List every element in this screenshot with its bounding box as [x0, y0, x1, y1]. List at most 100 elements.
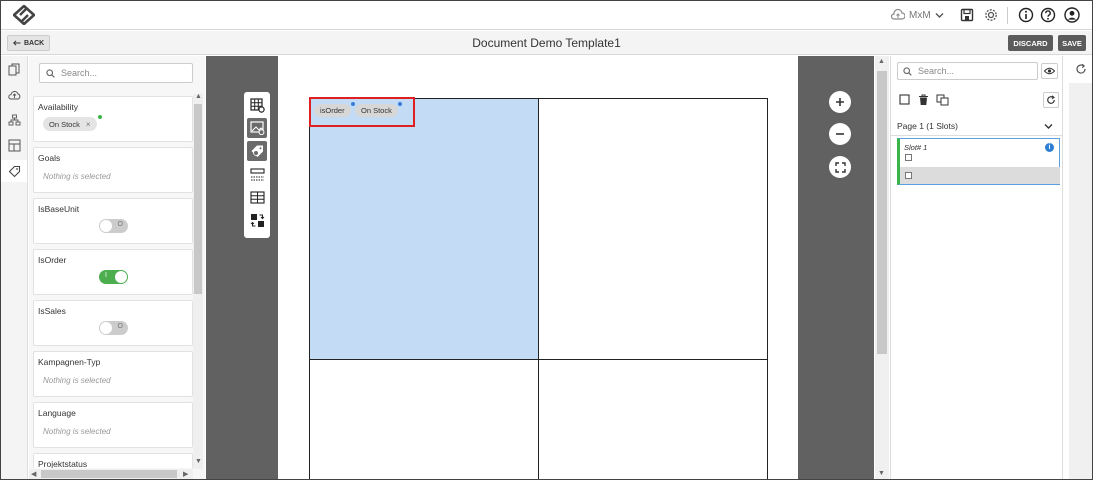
user-menu[interactable]: MxM: [891, 7, 944, 23]
empty-selection-text: Nothing is selected: [43, 376, 111, 385]
isbaseunit-toggle[interactable]: O: [99, 219, 128, 233]
rail-item-tags[interactable]: [1, 160, 27, 182]
side-strip: [1069, 83, 1092, 479]
slot-subrow[interactable]: [900, 167, 1060, 184]
logo-icon[interactable]: [13, 5, 35, 25]
documents-icon: [8, 63, 19, 75]
issales-toggle[interactable]: O: [99, 321, 128, 335]
chevron-down-icon: [1044, 123, 1053, 129]
slots-panel: Page 1 (1 Slots) Slot# 1 i: [890, 56, 1062, 479]
fullscreen-icon: [834, 161, 846, 173]
isorder-toggle[interactable]: I: [99, 270, 128, 284]
left-icon-rail: [1, 56, 28, 479]
chip-label: On Stock: [49, 119, 80, 129]
slot-search-input[interactable]: [918, 66, 1028, 76]
save-button[interactable]: SAVE: [1058, 35, 1086, 51]
filter-isorder: IsOrder I: [33, 249, 193, 295]
rail-item-layout[interactable]: [1, 134, 27, 156]
row-layout-icon: [249, 167, 265, 180]
slot-checkbox[interactable]: [905, 154, 912, 161]
fit-screen-button[interactable]: [829, 156, 851, 178]
filter-label: IsBaseUnit: [38, 204, 80, 214]
page-slot[interactable]: [538, 98, 768, 360]
canvas-vertical-scrollbar[interactable]: ▲ ▼: [875, 56, 889, 479]
tag-status-dot: [350, 102, 355, 106]
slot-search[interactable]: [897, 62, 1038, 80]
user-label: MxM: [909, 9, 931, 21]
filter-horizontal-scrollbar[interactable]: ◀ ▶: [29, 469, 193, 479]
toggle-knob: [100, 322, 112, 334]
tool-table[interactable]: [247, 187, 267, 207]
filter-chip[interactable]: On Stock ×: [43, 115, 102, 131]
info-icon[interactable]: i: [1045, 143, 1054, 152]
table-icon: [249, 190, 265, 204]
discard-button[interactable]: DISCARD: [1008, 35, 1053, 51]
canvas-toolbox: [244, 92, 270, 238]
scroll-left-icon[interactable]: ◀: [31, 470, 36, 478]
tool-swap[interactable]: [247, 210, 267, 230]
chip-status-dot: [97, 115, 102, 119]
page-slot[interactable]: [309, 359, 539, 479]
page-slot-selected[interactable]: [309, 98, 539, 360]
filter-availability: Availability On Stock ×: [33, 96, 193, 142]
rail-item-upload[interactable]: [1, 84, 27, 106]
scroll-right-icon[interactable]: ▶: [183, 470, 188, 478]
slot-name: Slot# 1: [904, 143, 928, 152]
rail-item-documents[interactable]: [1, 58, 27, 80]
scroll-down-icon[interactable]: ▼: [195, 458, 202, 465]
scrollbar-thumb[interactable]: [877, 71, 887, 354]
rail-item-hierarchy[interactable]: [1, 109, 27, 131]
tool-image[interactable]: [247, 118, 267, 138]
filter-goals[interactable]: Goals Nothing is selected: [33, 147, 193, 193]
slot-tag-label: isOrder: [320, 106, 345, 115]
toggle-state-label: O: [117, 323, 123, 330]
visibility-toggle-button[interactable]: [1041, 63, 1058, 79]
filter-search[interactable]: [39, 63, 193, 83]
filter-projektstatus[interactable]: Projektstatus: [33, 453, 193, 468]
slot-tag-chip[interactable]: isOrder: [314, 102, 355, 117]
zoom-out-button[interactable]: [829, 123, 851, 145]
filter-vertical-scrollbar[interactable]: ▲ ▼: [193, 93, 203, 469]
user-icon[interactable]: [1064, 7, 1080, 23]
tool-grid-settings[interactable]: [247, 95, 267, 115]
slot-card[interactable]: Slot# 1 i: [897, 138, 1060, 185]
duplicate-button[interactable]: [935, 92, 950, 107]
refresh-slots-button[interactable]: [1043, 92, 1059, 108]
delete-button[interactable]: [916, 92, 931, 107]
chevron-down-icon: [935, 12, 944, 18]
toolbar-divider: [1007, 7, 1008, 24]
page-section-header[interactable]: Page 1 (1 Slots): [897, 119, 1057, 133]
hierarchy-icon: [8, 114, 20, 125]
filter-language[interactable]: Language Nothing is selected: [33, 402, 193, 448]
help-icon[interactable]: [1040, 7, 1056, 23]
tool-row-layout[interactable]: [247, 164, 267, 184]
scrollbar-thumb[interactable]: [194, 104, 202, 294]
subrow-checkbox[interactable]: [905, 172, 912, 179]
filter-kampagnen-typ[interactable]: Kampagnen-Typ Nothing is selected: [33, 351, 193, 397]
scroll-up-icon[interactable]: ▲: [878, 58, 885, 65]
far-right-rail: [1062, 56, 1092, 479]
filter-panel: Availability On Stock × Goals Nothing is…: [29, 56, 205, 479]
cloud-upload-icon: [7, 91, 20, 100]
minus-icon: [836, 133, 844, 135]
slot-tag-chip[interactable]: On Stock: [355, 102, 402, 117]
filter-list: Availability On Stock × Goals Nothing is…: [33, 96, 193, 468]
scroll-up-icon[interactable]: ▲: [195, 93, 202, 100]
filter-label: Goals: [38, 153, 61, 163]
empty-selection-text: Nothing is selected: [43, 172, 111, 181]
select-all-button[interactable]: [897, 92, 912, 107]
tag-icon: [8, 165, 20, 177]
tool-tag[interactable]: [247, 141, 267, 161]
page-slot[interactable]: [538, 359, 768, 479]
filter-search-input[interactable]: [61, 68, 171, 78]
scrollbar-thumb[interactable]: [41, 470, 177, 478]
gear-icon[interactable]: [983, 7, 999, 23]
info-icon[interactable]: [1018, 7, 1034, 23]
scroll-down-icon[interactable]: ▼: [878, 470, 885, 477]
save-disk-icon[interactable]: [959, 7, 975, 23]
tag-status-dot: [397, 102, 402, 106]
image-icon: [249, 121, 264, 135]
refresh-icon[interactable]: [1075, 63, 1087, 75]
chip-remove-icon[interactable]: ×: [86, 120, 91, 129]
zoom-in-button[interactable]: [829, 91, 851, 113]
